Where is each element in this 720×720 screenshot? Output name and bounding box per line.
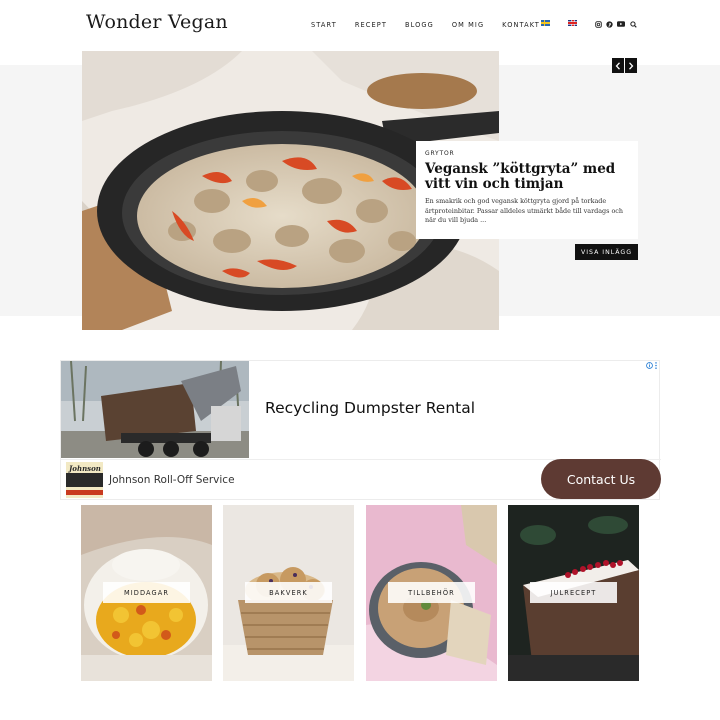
nav-item-recept[interactable]: RECEPT: [355, 21, 387, 29]
main-nav: START RECEPT BLOGG OM MIG KONTAKT: [311, 21, 558, 29]
category-label: JULRECEPT: [530, 582, 617, 603]
post-excerpt: En smakrik och god vegansk köttgryta gjo…: [425, 197, 623, 224]
category-tile-middagar[interactable]: MIDDAGAR: [81, 505, 212, 681]
nav-item-kontakt[interactable]: KONTAKT: [502, 21, 540, 29]
pinterest-icon[interactable]: [605, 20, 613, 28]
ad-image[interactable]: [61, 361, 249, 458]
category-tile-julrecept[interactable]: JULRECEPT: [508, 505, 639, 681]
youtube-icon[interactable]: [617, 20, 625, 28]
search-icon[interactable]: [629, 20, 637, 28]
chevron-right-icon: [629, 61, 634, 70]
nav-item-om-mig[interactable]: OM MIG: [452, 21, 484, 29]
site-logo[interactable]: Wonder Vegan: [86, 11, 228, 33]
ad-company-logo[interactable]: Johnson: [66, 462, 103, 498]
advertisement[interactable]: Recycling Dumpster Rental Johnson Johnso…: [60, 360, 661, 500]
chevron-left-icon: [615, 61, 620, 70]
nav-item-start[interactable]: START: [311, 21, 337, 29]
ad-contact-button[interactable]: Contact Us: [541, 459, 661, 499]
category-label: TILLBEHÖR: [388, 582, 475, 603]
featured-post-card: GRYTOR Vegansk ”köttgryta” med vitt vin …: [416, 141, 638, 239]
view-post-button[interactable]: VISA INLÄGG: [575, 244, 638, 260]
svg-text:Johnson: Johnson: [67, 464, 101, 473]
category-label: BAKVERK: [245, 582, 332, 603]
ad-company-name[interactable]: Johnson Roll-Off Service: [109, 474, 235, 486]
english-flag-icon[interactable]: [568, 20, 577, 26]
ad-headline[interactable]: Recycling Dumpster Rental: [265, 399, 475, 417]
category-label: MIDDAGAR: [103, 582, 190, 603]
swedish-flag-icon[interactable]: [541, 20, 550, 26]
nav-item-blogg[interactable]: BLOGG: [405, 21, 434, 29]
slider-next-button[interactable]: [625, 58, 637, 73]
post-category[interactable]: GRYTOR: [425, 150, 629, 157]
post-title[interactable]: Vegansk ”köttgryta” med vitt vin och tim…: [425, 162, 629, 192]
slider-prev-button[interactable]: [612, 58, 624, 73]
category-tile-bakverk[interactable]: BAKVERK: [223, 505, 354, 681]
category-tile-tillbehor[interactable]: TILLBEHÖR: [366, 505, 497, 681]
ad-choices-icon[interactable]: [646, 361, 659, 369]
instagram-icon[interactable]: [594, 20, 602, 28]
